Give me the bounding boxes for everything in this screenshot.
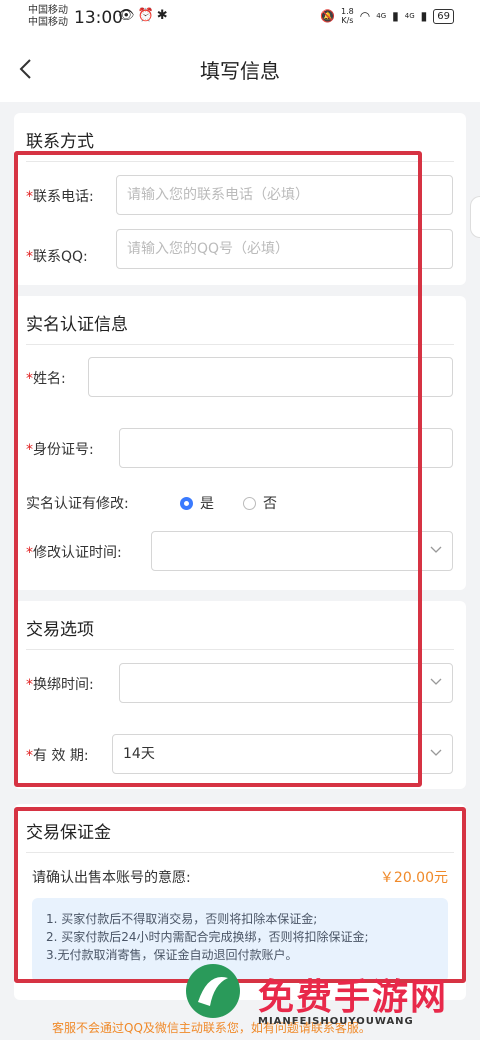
speed-value: 1.8: [341, 7, 354, 16]
speed-unit: K/s: [341, 16, 354, 25]
status-bar: 中国移动 中国移动 13:00 👁⏰✱ 🔕 1.8 K/s ◠ 4G ▮ 4G …: [0, 0, 480, 36]
status-icons-left: 👁⏰✱: [118, 8, 171, 23]
highlight-box-deposit: [14, 807, 466, 983]
network-2: 4G: [404, 12, 415, 20]
carrier-labels: 中国移动 中国移动: [28, 5, 68, 29]
highlight-box-form: [14, 151, 422, 787]
chevron-down-icon: [430, 678, 442, 685]
network-speed: 1.8 K/s: [341, 7, 354, 25]
watermark-logo-icon: [186, 964, 240, 1018]
battery-icon: 69: [433, 8, 454, 24]
signal-icon: ▮: [392, 9, 399, 23]
carrier-2: 中国移动: [28, 17, 68, 28]
chevron-down-icon: [430, 546, 442, 553]
wifi-icon: ◠: [359, 9, 371, 23]
side-float-tab[interactable]: [470, 196, 480, 238]
clock: 13:00: [74, 8, 123, 28]
watermark: 免费手游网 MIANFEISHOUYOUWANG: [178, 958, 478, 1038]
network-1: 4G: [376, 12, 387, 20]
mute-icon: 🔕: [320, 9, 336, 23]
signal-icon-2: ▮: [420, 9, 428, 23]
chevron-down-icon: [430, 749, 442, 756]
nav-bar: 填写信息: [0, 36, 480, 102]
status-icons-right: 🔕 1.8 K/s ◠ 4G ▮ 4G ▮ 69: [320, 7, 454, 25]
contact-title: 联系方式: [26, 132, 94, 152]
eye-icon: 👁: [118, 8, 138, 23]
watermark-subtext: MIANFEISHOUYOUWANG: [258, 1016, 414, 1027]
alarm-icon: ⏰: [137, 8, 157, 23]
bluetooth-icon: ✱: [156, 8, 171, 23]
carrier-1: 中国移动: [28, 5, 68, 16]
watermark-text: 免费手游网: [258, 977, 449, 1018]
page-title: 填写信息: [200, 59, 280, 83]
